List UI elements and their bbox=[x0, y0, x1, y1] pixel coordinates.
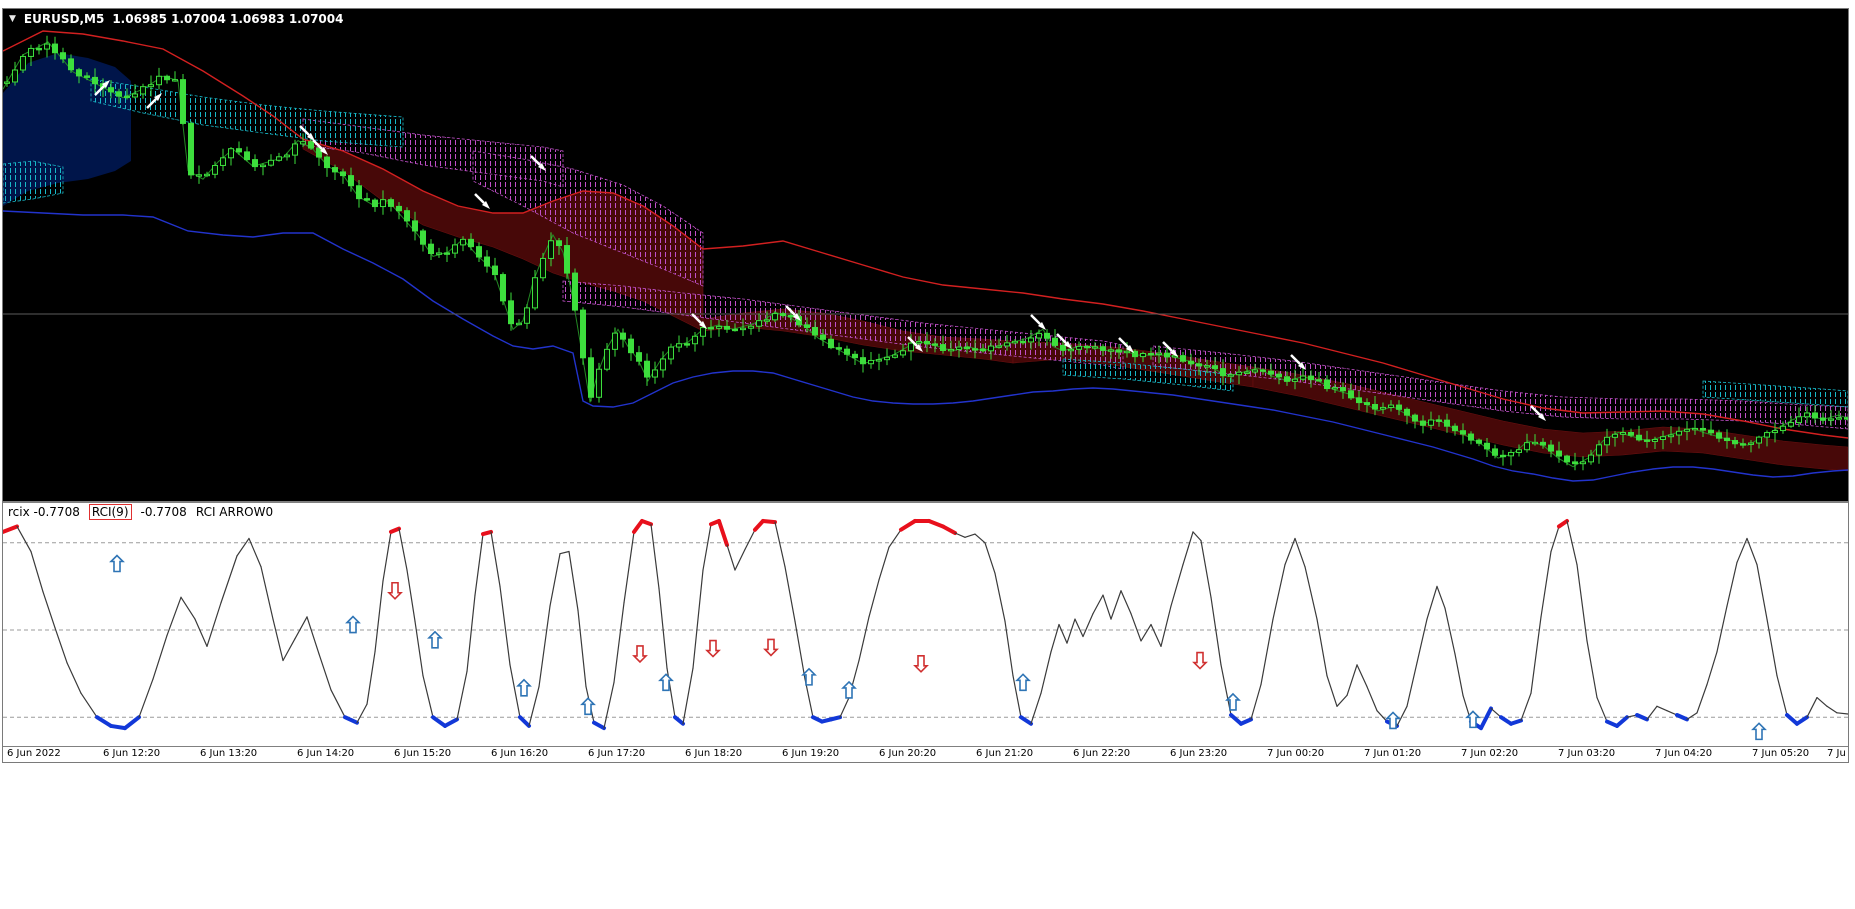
down-arrow-icon bbox=[763, 638, 779, 657]
upper-band-line bbox=[3, 30, 1848, 439]
up-arrow-icon bbox=[1015, 673, 1031, 692]
rci-indicator-panel[interactable]: rcix -0.7708 RCI(9) -0.7708 RCI ARROW0 bbox=[3, 503, 1848, 746]
time-label: 6 Jun 22:20 bbox=[1073, 748, 1131, 759]
time-label: 6 Jun 17:20 bbox=[588, 748, 646, 759]
rci-up-arrows bbox=[109, 554, 1767, 741]
time-label: 7 Jun 04:20 bbox=[1655, 748, 1713, 759]
time-label: 6 Jun 18:20 bbox=[685, 748, 743, 759]
time-label: 7 Ju bbox=[1827, 748, 1846, 759]
time-label: 6 Jun 12:20 bbox=[103, 748, 161, 759]
sell-arrow-icon bbox=[474, 193, 490, 209]
price-chart-area[interactable]: ▼ EURUSD,M5 1.06985 1.07004 1.06983 1.07… bbox=[3, 9, 1848, 501]
hatch-cloud-cyan bbox=[3, 78, 1848, 408]
up-arrow-icon bbox=[109, 554, 125, 573]
time-label: 7 Jun 00:20 bbox=[1267, 748, 1325, 759]
time-label: 6 Jun 23:20 bbox=[1170, 748, 1228, 759]
indicator-arrow-label: RCI ARROW0 bbox=[195, 505, 274, 519]
chart-title: ▼ EURUSD,M5 1.06985 1.07004 1.06983 1.07… bbox=[9, 12, 343, 26]
down-arrow-icon bbox=[913, 654, 929, 673]
time-label: 6 Jun 16:20 bbox=[491, 748, 549, 759]
rci-down-arrows bbox=[387, 581, 1208, 673]
time-axis[interactable]: 6 Jun 2022 6 Jun 12:20 6 Jun 13:20 6 Jun 14… bbox=[3, 746, 1848, 761]
indicator-label: rcix -0.7708 RCI(9) -0.7708 RCI ARROW0 bbox=[8, 504, 273, 520]
indicator-rci-label: RCI(9) bbox=[88, 504, 132, 520]
time-label: 7 Jun 01:20 bbox=[1364, 748, 1422, 759]
indicator-rci-value: -0.7708 bbox=[140, 505, 187, 519]
rci-level-lines bbox=[3, 542, 1848, 718]
time-label: 6 Jun 2022 bbox=[7, 748, 61, 759]
chart-dropdown-icon[interactable]: ▼ bbox=[9, 14, 16, 24]
rci-line bbox=[3, 519, 1848, 731]
up-arrow-icon bbox=[841, 680, 857, 699]
up-arrow-icon bbox=[516, 678, 532, 697]
ohlc-quotes: 1.06985 1.07004 1.06983 1.07004 bbox=[112, 12, 344, 26]
price-chart-canvas[interactable] bbox=[3, 9, 1848, 501]
rci-chart-canvas[interactable] bbox=[3, 503, 1848, 746]
time-label: 7 Jun 03:20 bbox=[1558, 748, 1616, 759]
symbol-timeframe-label: EURUSD,M5 bbox=[23, 12, 105, 26]
time-label: 6 Jun 13:20 bbox=[200, 748, 258, 759]
sell-arrow-icon bbox=[1030, 314, 1046, 330]
down-arrow-icon bbox=[632, 645, 648, 664]
time-label: 7 Jun 05:20 bbox=[1752, 748, 1810, 759]
up-arrow-icon bbox=[1751, 722, 1767, 741]
time-label: 6 Jun 15:20 bbox=[394, 748, 452, 759]
mt4-chart-window: ▼ EURUSD,M5 1.06985 1.07004 1.06983 1.07… bbox=[2, 8, 1849, 763]
down-arrow-icon bbox=[1192, 651, 1208, 670]
down-arrow-icon bbox=[705, 639, 721, 658]
time-label: 6 Jun 19:20 bbox=[782, 748, 840, 759]
time-label: 7 Jun 02:20 bbox=[1461, 748, 1519, 759]
down-arrow-icon bbox=[387, 581, 403, 600]
time-label: 6 Jun 14:20 bbox=[297, 748, 355, 759]
up-arrow-icon bbox=[427, 630, 443, 649]
time-label: 6 Jun 20:20 bbox=[879, 748, 937, 759]
indicator-name-value: rcix -0.7708 bbox=[8, 505, 80, 519]
time-label: 6 Jun 21:20 bbox=[976, 748, 1034, 759]
